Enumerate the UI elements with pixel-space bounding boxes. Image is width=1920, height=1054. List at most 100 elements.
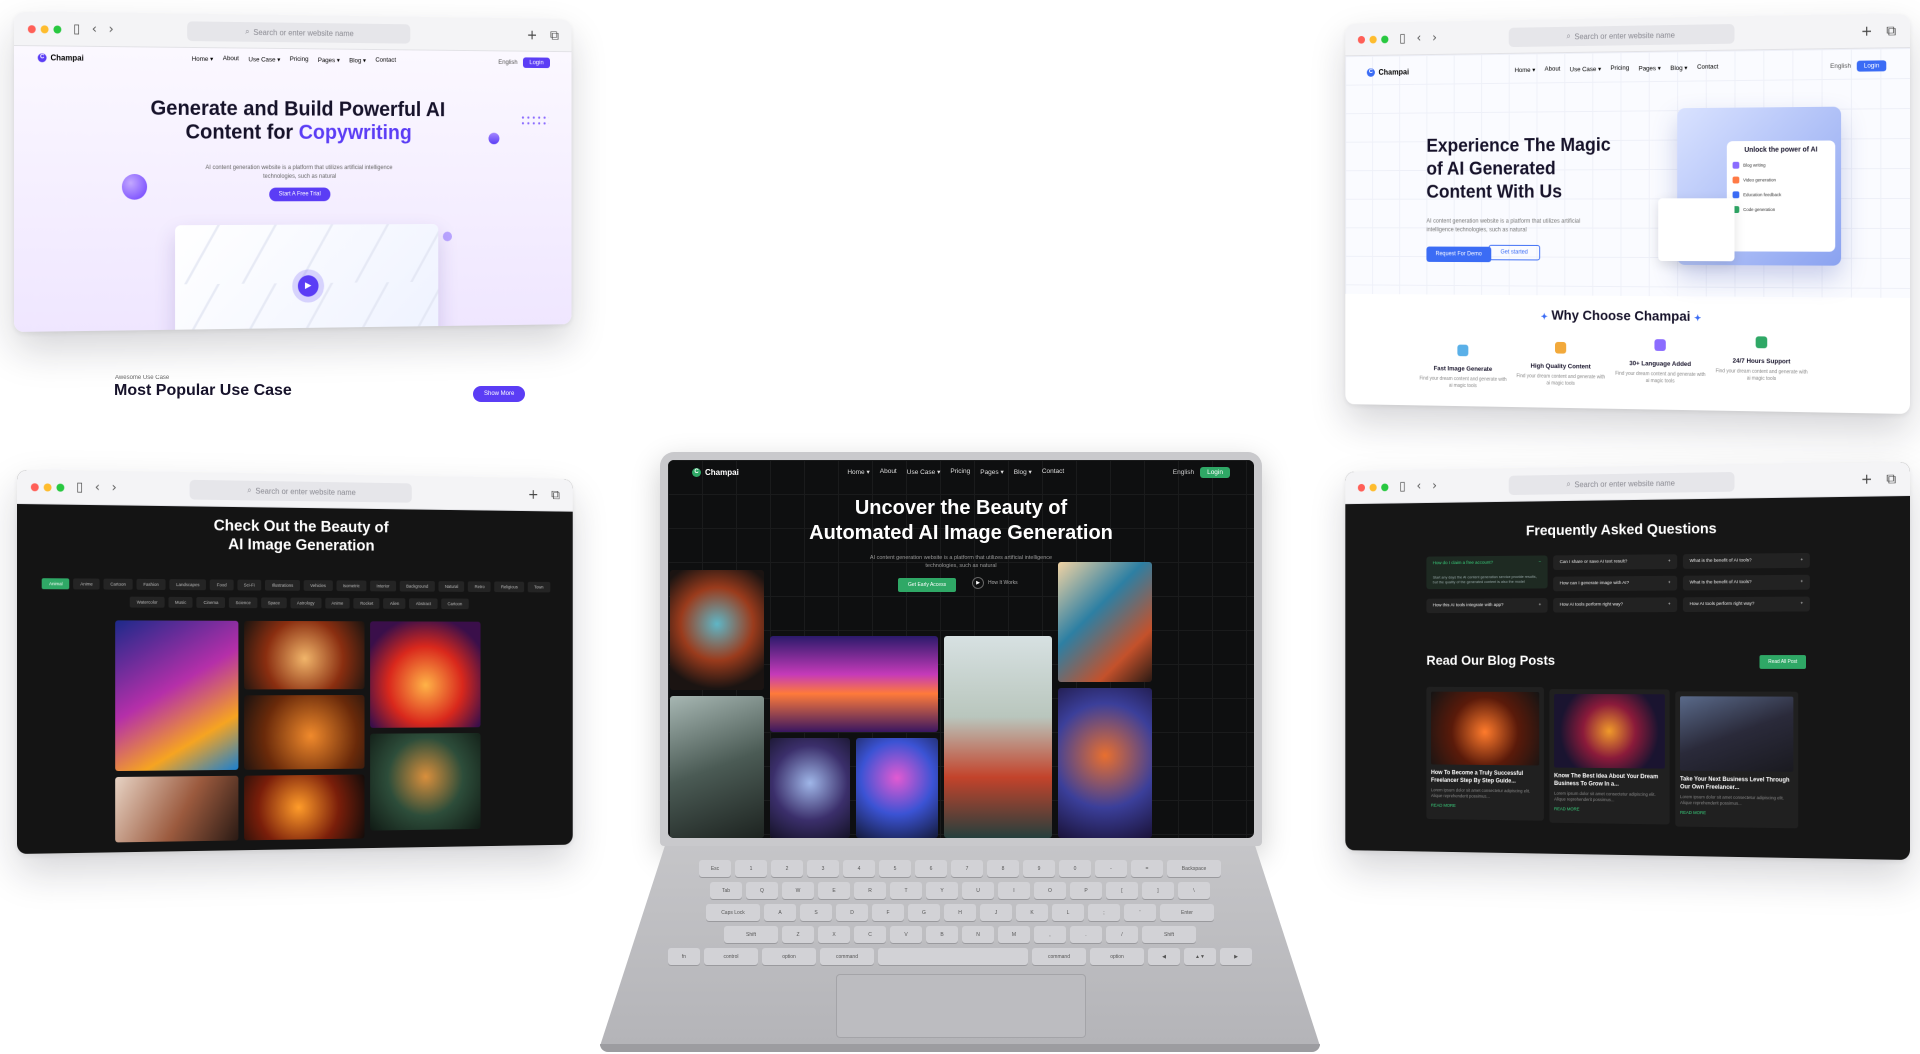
sidebar-toggle-icon[interactable]: ▯: [73, 22, 80, 37]
keyboard-key[interactable]: V: [890, 926, 922, 944]
category-chip[interactable]: Isometric: [336, 580, 367, 592]
category-chip[interactable]: Interior: [370, 580, 397, 592]
nav-pages[interactable]: Pages ▾: [1639, 64, 1661, 72]
keyboard-key[interactable]: option: [762, 948, 816, 966]
back-arrow-icon[interactable]: ‹: [92, 22, 97, 37]
keyboard-key[interactable]: D: [836, 904, 868, 922]
gallery-image-pagoda[interactable]: [944, 636, 1052, 838]
close-window-button[interactable]: [1357, 483, 1366, 492]
tabs-overview-icon[interactable]: ⧉: [1886, 471, 1896, 487]
address-bar[interactable]: ⌕ Search or enter website name: [1508, 471, 1735, 496]
close-window-button[interactable]: [27, 24, 36, 33]
nav-about[interactable]: About: [1545, 66, 1561, 74]
brand-logo[interactable]: C Champai: [1366, 67, 1409, 77]
back-arrow-icon[interactable]: ‹: [1417, 31, 1422, 45]
keyboard-key[interactable]: 3: [807, 860, 839, 878]
maximize-window-button[interactable]: [1381, 35, 1389, 43]
category-chip[interactable]: Fashion: [136, 578, 166, 590]
brand-logo[interactable]: C Champai: [692, 467, 739, 477]
how-it-works-button[interactable]: ▶ How It Works: [972, 577, 1018, 589]
keyboard-key[interactable]: /: [1106, 926, 1138, 944]
gallery-image-fox[interactable]: [244, 694, 365, 770]
keyboard-key[interactable]: T: [890, 882, 922, 900]
minimize-window-button[interactable]: [1369, 35, 1377, 44]
read-more-link[interactable]: READ MORE: [1680, 810, 1793, 816]
close-window-button[interactable]: [30, 482, 39, 491]
nav-contact[interactable]: Contact: [375, 57, 396, 65]
maximize-window-button[interactable]: [56, 483, 65, 492]
tabs-overview-icon[interactable]: ⧉: [550, 28, 559, 43]
category-chip[interactable]: Natural: [438, 581, 465, 592]
gallery-image-tower[interactable]: [1058, 562, 1152, 682]
keyboard-key[interactable]: 1: [735, 860, 767, 878]
keyboard-key[interactable]: [878, 948, 1028, 966]
keyboard-key[interactable]: P: [1070, 882, 1102, 900]
nav-blog[interactable]: Blog ▾: [1670, 64, 1687, 72]
minimize-window-button[interactable]: [40, 24, 49, 33]
nav-contact[interactable]: Contact: [1697, 64, 1718, 72]
gallery-image-bearded-man[interactable]: [670, 696, 764, 838]
maximize-window-button[interactable]: [1381, 483, 1389, 491]
category-chip[interactable]: Rocket: [353, 597, 380, 609]
list-item[interactable]: Education feedback: [1732, 191, 1830, 199]
category-chip[interactable]: Science: [228, 597, 258, 609]
keyboard-key[interactable]: W: [782, 882, 814, 900]
gallery-image-eagle[interactable]: [115, 620, 239, 772]
keyboard-key[interactable]: ,: [1034, 926, 1066, 944]
tabs-overview-icon[interactable]: ⧉: [1886, 23, 1896, 39]
faq-item[interactable]: How AI tools perform right way? +: [1553, 597, 1678, 613]
keyboard-key[interactable]: \: [1178, 882, 1210, 900]
keyboard-key[interactable]: 5: [879, 860, 911, 878]
keyboard-key[interactable]: I: [998, 882, 1030, 900]
keyboard-key[interactable]: H: [944, 904, 976, 922]
keyboard-key[interactable]: Q: [746, 882, 778, 900]
category-chip[interactable]: Cartoon: [441, 598, 469, 610]
keyboard-key[interactable]: S: [800, 904, 832, 922]
keyboard-key[interactable]: fn: [668, 948, 700, 966]
sidebar-toggle-icon[interactable]: ▯: [1399, 31, 1405, 45]
keyboard-key[interactable]: Enter: [1160, 904, 1214, 922]
keyboard-key[interactable]: -: [1095, 860, 1127, 878]
brand-logo[interactable]: C Champai: [37, 52, 84, 62]
category-chip[interactable]: Abstract: [409, 598, 438, 610]
list-item[interactable]: Blog writing: [1732, 161, 1830, 169]
keyboard-key[interactable]: Caps Lock: [706, 904, 760, 922]
nav-home[interactable]: Home ▾: [1515, 66, 1536, 74]
read-more-link[interactable]: READ MORE: [1554, 806, 1665, 812]
sidebar-toggle-icon[interactable]: ▯: [1399, 479, 1405, 493]
category-chip[interactable]: Animal: [42, 578, 70, 590]
forward-arrow-icon[interactable]: ›: [1432, 479, 1437, 493]
keyboard-key[interactable]: C: [854, 926, 886, 944]
blog-card[interactable]: How To Become a Truly Successful Freelan…: [1426, 686, 1544, 821]
category-chip[interactable]: Background: [399, 580, 435, 592]
category-chip[interactable]: Watercolor: [129, 596, 165, 608]
nav-home[interactable]: Home ▾: [192, 55, 213, 63]
gallery-image-fantasy-lion[interactable]: [670, 570, 764, 690]
nav-use-case[interactable]: Use Case ▾: [1570, 65, 1601, 73]
keyboard-key[interactable]: 6: [915, 860, 947, 878]
gallery-image-flame-burger[interactable]: [370, 621, 481, 728]
keyboard-key[interactable]: [: [1106, 882, 1138, 900]
keyboard-key[interactable]: Shift: [724, 926, 778, 944]
category-chip[interactable]: Alien: [383, 598, 406, 609]
nav-pricing[interactable]: Pricing: [290, 56, 309, 64]
gallery-image-owl[interactable]: [370, 732, 481, 831]
nav-use-case[interactable]: Use Case ▾: [248, 55, 280, 63]
keyboard-key[interactable]: U: [962, 882, 994, 900]
keyboard-key[interactable]: =: [1131, 860, 1163, 878]
read-more-link[interactable]: READ MORE: [1431, 802, 1539, 808]
category-chip[interactable]: Anime: [324, 597, 350, 609]
address-bar[interactable]: ⌕ Search or enter website name: [187, 21, 411, 44]
nav-contact[interactable]: Contact: [1042, 468, 1064, 476]
faq-item[interactable]: How can I generate image with AI? +: [1553, 575, 1678, 592]
faq-item[interactable]: What is the benefit of AI tools? +: [1682, 574, 1810, 591]
maximize-window-button[interactable]: [53, 25, 62, 34]
new-tab-plus-icon[interactable]: +: [528, 487, 539, 502]
gallery-image-flower[interactable]: [244, 774, 365, 841]
keyboard-key[interactable]: 0: [1059, 860, 1091, 878]
minimize-window-button[interactable]: [1369, 483, 1377, 491]
nav-about[interactable]: About: [223, 55, 239, 63]
back-arrow-icon[interactable]: ‹: [1417, 479, 1422, 493]
category-chip[interactable]: Anime: [73, 578, 100, 590]
blog-card[interactable]: Know The Best Idea About Your Dream Busi…: [1549, 689, 1670, 825]
